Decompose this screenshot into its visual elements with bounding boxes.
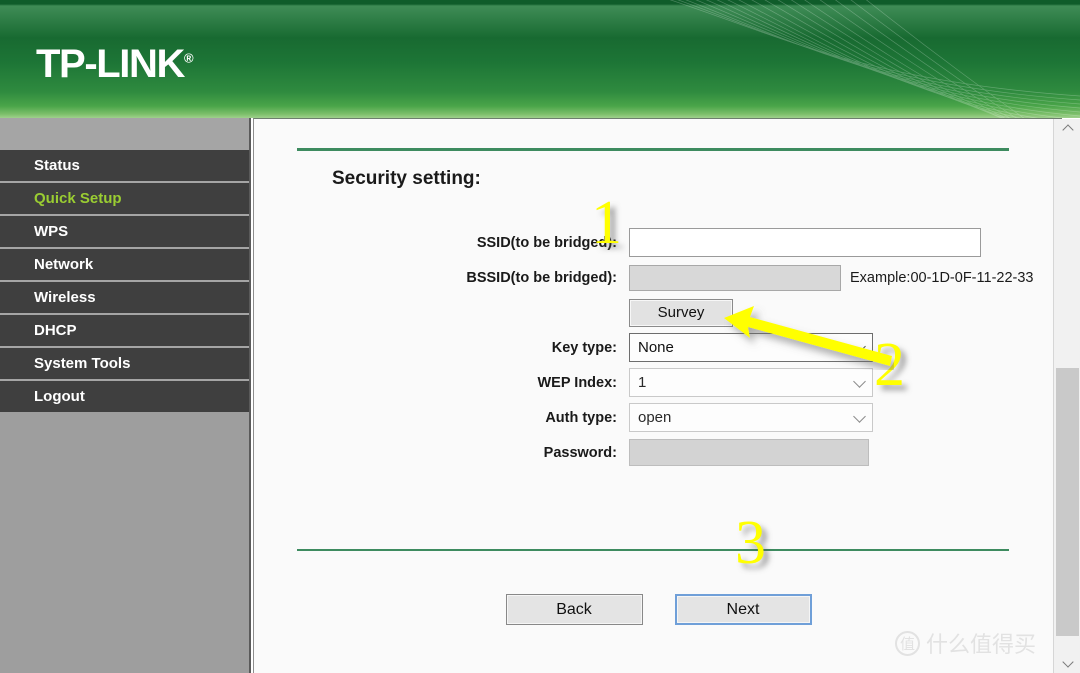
ssid-label: SSID(to be bridged):	[476, 234, 617, 251]
divider-bottom	[297, 549, 1009, 551]
form-row-password: Password:	[254, 439, 1062, 466]
tp-link-logo: TP-LINK®	[36, 44, 194, 84]
bssid-input[interactable]	[629, 264, 841, 291]
chevron-down-icon	[853, 339, 866, 353]
sidebar-item-logout[interactable]: Logout	[0, 379, 249, 412]
next-button[interactable]: Next	[674, 594, 812, 625]
sidebar-item-wireless[interactable]: Wireless	[0, 280, 249, 313]
chevron-down-icon	[1061, 656, 1074, 668]
sidebar-item-label: DHCP	[34, 322, 77, 339]
auth-type-label: Auth type:	[545, 409, 617, 426]
main-content-panel: Security setting: SSID(to be bridged): B…	[253, 118, 1062, 673]
password-label: Password:	[543, 444, 617, 461]
ssid-input[interactable]	[629, 228, 981, 257]
scroll-down-button[interactable]	[1054, 654, 1080, 673]
sidebar-nav: Status Quick Setup WPS Network Wireless …	[0, 118, 251, 673]
key-type-value: None	[638, 339, 674, 356]
divider-top	[297, 148, 1009, 151]
form-row-survey: Survey	[254, 298, 1062, 327]
scrollbar-thumb[interactable]	[1056, 368, 1079, 636]
vertical-scrollbar[interactable]	[1053, 119, 1080, 673]
form-row-key-type: Key type: None	[254, 333, 1062, 362]
auth-type-value: open	[638, 409, 672, 426]
header-decorative-swoosh	[669, 0, 1080, 118]
form-row-ssid: SSID(to be bridged):	[254, 228, 1062, 257]
sidebar-item-label: System Tools	[34, 355, 131, 372]
wep-index-label: WEP Index:	[537, 374, 618, 391]
security-settings-form: SSID(to be bridged): BSSID(to be bridged…	[254, 228, 1062, 476]
sidebar-item-label: Logout	[34, 388, 85, 405]
chevron-down-icon	[853, 374, 866, 388]
chevron-down-icon	[853, 409, 866, 423]
sidebar-item-dhcp[interactable]: DHCP	[0, 313, 249, 346]
auth-type-select[interactable]: open	[629, 403, 873, 432]
page-header: TP-LINK®	[0, 0, 1080, 118]
survey-button[interactable]: Survey	[629, 298, 733, 327]
scroll-up-button[interactable]	[1054, 119, 1080, 138]
password-input[interactable]	[629, 439, 869, 466]
sidebar-top-spacer	[0, 118, 249, 148]
sidebar-item-wps[interactable]: WPS	[0, 214, 249, 247]
sidebar-item-label: WPS	[34, 223, 69, 240]
wep-index-value: 1	[638, 374, 647, 391]
key-type-label: Key type:	[551, 339, 617, 356]
form-row-auth-type: Auth type: open	[254, 403, 1062, 432]
sidebar-item-label: Network	[34, 256, 94, 273]
registered-mark: ®	[183, 50, 194, 66]
form-row-bssid: BSSID(to be bridged): Example:00-1D-0F-1…	[254, 264, 1062, 291]
sidebar-item-label: Quick Setup	[34, 190, 122, 207]
router-admin-page: TP-LINK® Status Quick Setup WPS Network …	[0, 0, 1080, 673]
form-actions: Back Next	[254, 594, 1062, 625]
back-button[interactable]: Back	[505, 594, 643, 625]
wep-index-select[interactable]: 1	[629, 368, 873, 397]
sidebar-item-label: Status	[34, 157, 80, 174]
key-type-select[interactable]: None	[629, 333, 873, 362]
form-row-wep-index: WEP Index: 1	[254, 368, 1062, 397]
bssid-label: BSSID(to be bridged):	[466, 269, 617, 286]
sidebar-item-network[interactable]: Network	[0, 247, 249, 280]
chevron-up-icon	[1061, 124, 1074, 136]
sidebar-item-system-tools[interactable]: System Tools	[0, 346, 249, 379]
sidebar-item-status[interactable]: Status	[0, 148, 249, 181]
sidebar-item-quick-setup[interactable]: Quick Setup	[0, 181, 249, 214]
logo-text: TP-LINK	[36, 42, 185, 86]
sidebar-item-label: Wireless	[34, 289, 96, 306]
page-title: Security setting:	[332, 168, 481, 189]
bssid-example-text: Example:00-1D-0F-11-22-33	[850, 269, 1034, 286]
sidebar-filler	[0, 412, 249, 673]
